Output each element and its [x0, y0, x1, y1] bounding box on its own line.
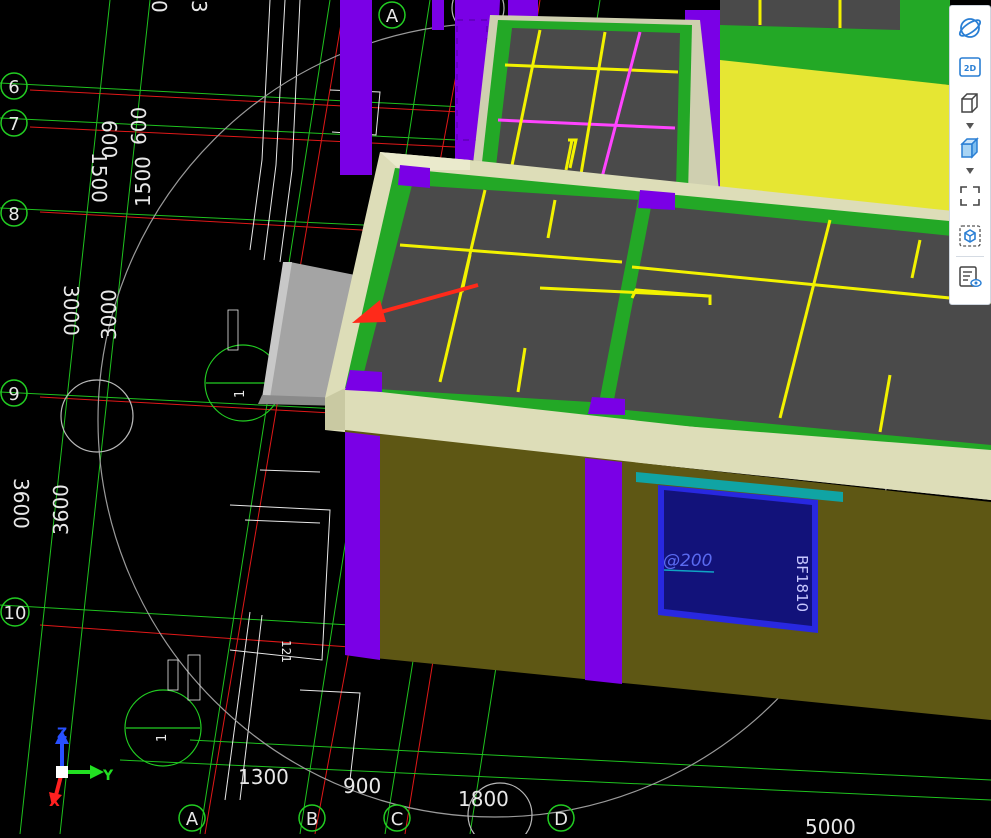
axis-y-label: Y [102, 768, 114, 784]
section-number-2: 1 [155, 734, 170, 742]
display-settings-button[interactable] [956, 263, 984, 291]
dim-3000-a: 3000 [59, 285, 83, 336]
component-box-icon [959, 225, 981, 247]
grid-bubble-a: A [178, 804, 206, 832]
fullscreen-icon [960, 186, 980, 206]
svg-text:A: A [386, 6, 399, 27]
svg-text:9: 9 [8, 384, 19, 405]
dim-3600-b: 3600 [49, 484, 73, 535]
dim-5000: 5000 [805, 815, 856, 834]
rotation-handle-left[interactable] [60, 379, 134, 453]
svg-text:7: 7 [8, 114, 19, 135]
axis-x-label: X [49, 794, 60, 810]
dim-top-3: 3 [187, 0, 211, 13]
grid-bubble-8: 8 [0, 199, 28, 227]
dynamic-observe-button[interactable] [956, 14, 984, 42]
zoom-extents-button[interactable] [956, 182, 984, 210]
small-label-121: 121 [279, 640, 293, 663]
grid-bubble-7: 7 [0, 109, 28, 137]
section-number-1: 1 [233, 390, 248, 398]
dim-600-b: 600 [127, 107, 151, 145]
svg-text:C: C [391, 809, 404, 830]
svg-text:2D: 2D [964, 64, 977, 73]
dim-900: 900 [343, 774, 381, 798]
grid-bubble-10: 10 [0, 597, 30, 627]
grid-bubble-6: 6 [0, 72, 28, 100]
model-canvas: 6 7 8 9 10 A A B C D 600 600 1500 1500 3… [0, 0, 991, 838]
grid-bubble-a-top: A [378, 1, 406, 29]
dim-1300: 1300 [238, 765, 289, 789]
view-3d-button[interactable] [956, 89, 984, 117]
caret-down-icon[interactable] [966, 168, 974, 174]
svg-text:8: 8 [8, 204, 19, 225]
axis-z-label: Z [57, 726, 67, 742]
axis-indicator: Z Y X [49, 726, 114, 810]
view-2d-icon: 2D [959, 57, 981, 77]
window-type-label: BF1810 [793, 555, 811, 612]
dim-top-0: 0 [147, 0, 171, 13]
caret-down-icon[interactable] [966, 123, 974, 129]
cad-3d-viewport[interactable]: 6 7 8 9 10 A A B C D 600 600 1500 1500 3… [0, 0, 991, 838]
window-spacing-label: @200 [663, 551, 712, 571]
grid-row-bubbles: 6 7 8 9 10 [0, 72, 30, 627]
dim-3000-b: 3000 [97, 289, 121, 340]
svg-text:10: 10 [4, 603, 27, 624]
view-3d-solid-button[interactable] [956, 134, 984, 162]
view-2d-button[interactable]: 2D [956, 53, 984, 81]
svg-text:6: 6 [8, 77, 19, 98]
orbit-icon [958, 18, 982, 38]
dim-1800: 1800 [458, 787, 509, 811]
cube-solid-icon [960, 137, 979, 159]
cube-outline-icon [961, 93, 978, 113]
dim-3600-a: 3600 [9, 478, 33, 529]
view-toolbar: 2D [949, 5, 991, 305]
svg-text:A: A [186, 809, 199, 830]
svg-text:B: B [306, 809, 318, 830]
component-view-button[interactable] [956, 222, 984, 250]
dim-1500-b: 1500 [131, 156, 155, 207]
display-settings-icon [959, 266, 982, 287]
dim-1500-a: 1500 [87, 152, 111, 203]
grid-bubble-d: D [547, 804, 575, 832]
svg-text:D: D [554, 809, 568, 830]
